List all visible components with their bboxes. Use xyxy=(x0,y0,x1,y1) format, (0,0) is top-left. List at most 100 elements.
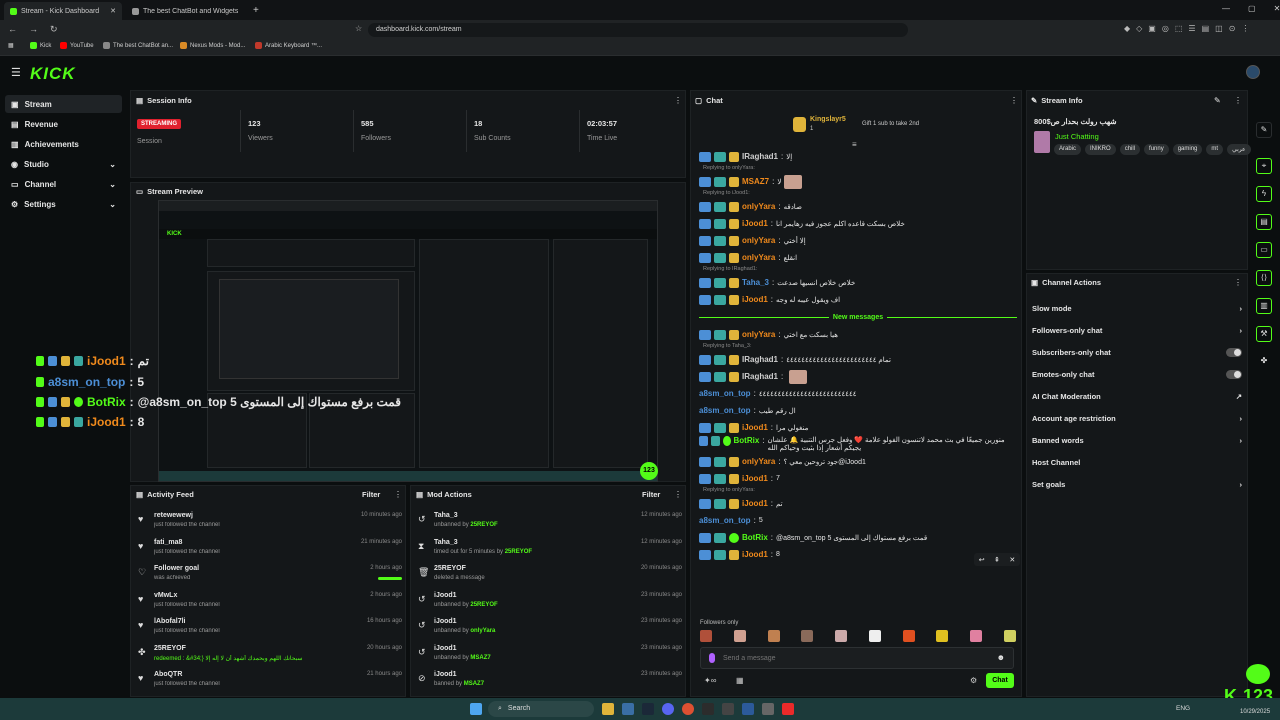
sidebar-item-settings[interactable]: ⚙ Settings ⌄ xyxy=(5,195,122,213)
message-icon[interactable]: ▭ xyxy=(1256,242,1272,258)
steam-icon[interactable] xyxy=(642,703,654,715)
tag[interactable]: Arabic xyxy=(1054,144,1082,155)
server-icon[interactable]: ▥ xyxy=(1256,298,1272,314)
list-item[interactable]: ♡ Follower goal was achieved 2 hours ago xyxy=(138,565,402,592)
chat-message[interactable]: onlyYara: هيا بسكت مع اختي xyxy=(699,326,1017,343)
edit-icon[interactable]: ✎ xyxy=(1214,96,1221,105)
back-icon[interactable]: ← xyxy=(8,24,17,35)
tag[interactable]: gaming xyxy=(1172,144,1203,155)
reply-context[interactable]: Replying to IRaghad1: xyxy=(699,266,1017,274)
apps-icon[interactable]: ▦ xyxy=(8,42,14,49)
mod-actor[interactable]: MSAZ7 xyxy=(464,681,484,687)
chat-username[interactable]: onlyYara xyxy=(742,202,775,211)
list-item[interactable]: ↺ Taha_3 unbanned by 25REYOF 12 minutes ago xyxy=(418,512,682,539)
bookmark-nexus[interactable]: Nexus Mods - Mod... xyxy=(180,42,245,49)
sidebar-item-channel[interactable]: ▭ Channel ⌄ xyxy=(5,175,122,193)
more-icon[interactable]: ⋮ xyxy=(674,490,682,499)
channel-action-banned-words[interactable]: Banned words › xyxy=(1026,429,1248,451)
chat-username[interactable]: BotRix xyxy=(734,436,760,445)
message-input-box[interactable]: ☻ xyxy=(700,647,1014,669)
channel-action-ai-chat-moderation[interactable]: AI Chat Moderation ↗ xyxy=(1026,385,1248,407)
list-item[interactable]: ♥ AboQTR just followed the channel 21 hours… xyxy=(138,671,402,698)
bookmark-youtube[interactable]: YouTube xyxy=(60,42,94,49)
mod-actor[interactable]: 25REYOF xyxy=(470,602,497,608)
mod-actor[interactable]: 25REYOF xyxy=(470,522,497,528)
emote-icon[interactable] xyxy=(835,630,848,642)
more-icon[interactable]: ⋮ xyxy=(1234,96,1242,105)
list-item[interactable]: ↺ iJood1 unbanned by 25REYOF 23 minutes ago xyxy=(418,592,682,619)
chat-message[interactable]: BotRix: منورين جميعًا في بث محمد لاتنسون … xyxy=(699,436,1017,453)
bookmark-chatbot[interactable]: The best ChatBot an... xyxy=(103,42,173,49)
list-item[interactable]: ✤ 25REYOF redeemed : &#34;} سبحانك اللهم و… xyxy=(138,645,402,672)
more-icon[interactable]: ⋮ xyxy=(1010,96,1018,105)
mod-actor[interactable]: 25REYOF xyxy=(505,549,532,555)
chat-message[interactable]: iJood1: منغولي مرا xyxy=(699,419,1017,436)
channel-action-host-channel[interactable]: Host Channel xyxy=(1026,451,1248,473)
chat-username[interactable]: iJood1 xyxy=(742,295,768,304)
list-item[interactable]: ♥ fati_ma8 just followed the channel 21 min… xyxy=(138,539,402,566)
delete-icon[interactable]: ✕ xyxy=(1009,556,1015,564)
chat-message[interactable]: IRaghad1: تمام ٤٤٤٤٤٤٤٤٤٤٤٤٤٤٤٤٤٤٤٤٤٤٤٤ xyxy=(699,351,1017,368)
tag[interactable]: chill xyxy=(1119,144,1141,155)
chat-message[interactable]: IRaghad1: xyxy=(699,368,1017,385)
pen-tool-icon[interactable]: ✎ xyxy=(1256,122,1272,138)
maximize-icon[interactable]: ▢ xyxy=(1248,4,1256,13)
menu-icon[interactable]: ☰ xyxy=(11,66,21,79)
bookmark-kick[interactable]: Kick xyxy=(30,42,51,49)
reply-context[interactable]: Replying to onlyYara: xyxy=(699,487,1017,495)
app-icon[interactable] xyxy=(622,703,634,715)
new-tab-icon[interactable]: + xyxy=(253,5,259,16)
extension-icons[interactable]: ◆◇▣◎⬚☰▤◫⊙⋮ xyxy=(1124,24,1255,33)
chat-username[interactable]: iJood1 xyxy=(742,550,768,559)
clock-date[interactable]: 10/29/2025 xyxy=(1240,709,1270,715)
emote-icon[interactable] xyxy=(700,630,712,642)
calendar-icon[interactable]: ▦ xyxy=(736,676,744,685)
chat-message[interactable]: onlyYara: جود تروحين معي ؟@iJood1 xyxy=(699,453,1017,470)
kick-logo[interactable]: KICK xyxy=(30,64,76,84)
chat-username[interactable]: MSAZ7 xyxy=(742,177,769,186)
stream-video[interactable]: KICK xyxy=(158,200,658,482)
tab-stream[interactable]: Stream - Kick Dashboard ✕ xyxy=(4,2,122,20)
chat-username[interactable]: IRaghad1 xyxy=(742,355,778,364)
mod-actor[interactable]: onlyYara xyxy=(470,628,495,634)
emote-icon[interactable] xyxy=(902,630,915,642)
discord-icon[interactable] xyxy=(662,703,674,715)
channel-action-subscribers-only-chat[interactable]: Subscribers-only chat xyxy=(1026,341,1248,363)
list-item[interactable]: 🗑 25REYOF deleted a message 20 minutes ago xyxy=(418,565,682,592)
reload-icon[interactable]: ↻ xyxy=(50,24,58,35)
chat-username[interactable]: IRaghad1 xyxy=(742,372,778,381)
chat-message[interactable]: MSAZ7: لا xyxy=(699,173,1017,190)
chat-message[interactable]: a8sm_on_top:٤٤٤٤٤٤٤٤٤٤٤٤٤٤٤٤٤٤٤٤٤٤٤٤٤٤ xyxy=(699,385,1017,402)
chat-username[interactable]: a8sm_on_top xyxy=(699,516,751,525)
mic-icon[interactable] xyxy=(709,653,715,663)
chat-message[interactable]: iJood1: خلاص بسكت قاعده اكلم عجوز فيه زها… xyxy=(699,215,1017,232)
mod-filter-button[interactable]: Filter xyxy=(642,490,660,499)
category-name[interactable]: Just Chatting xyxy=(1055,132,1099,141)
tag[interactable]: INIKRO xyxy=(1085,144,1116,155)
emote-icon[interactable] xyxy=(868,630,881,642)
list-item[interactable]: ↺ iJood1 unbanned by onlyYara 23 minutes ag… xyxy=(418,618,682,645)
bookmark-arabic-keyboard[interactable]: Arabic Keyboard ™... xyxy=(255,42,322,49)
channel-action-set-goals[interactable]: Set goals › xyxy=(1026,473,1248,495)
chat-message[interactable]: iJood1:7 xyxy=(699,470,1017,487)
apps-grid-icon[interactable]: ✤ xyxy=(1256,354,1272,370)
reply-context[interactable]: Replying to iJood1: xyxy=(699,190,1017,198)
chat-username[interactable]: Taha_3 xyxy=(742,278,769,287)
chat-username[interactable]: iJood1 xyxy=(742,499,768,508)
chat-username[interactable]: onlyYara xyxy=(742,236,775,245)
chat-message[interactable]: iJood1: اف ويقول عيبه له وجه xyxy=(699,291,1017,308)
chat-message[interactable]: iJood1:8 xyxy=(699,546,1017,563)
reply-icon[interactable]: ↩ xyxy=(979,556,985,564)
message-input[interactable] xyxy=(723,652,983,665)
windows-start-icon[interactable] xyxy=(470,703,482,715)
language-indicator[interactable]: ENG xyxy=(1176,705,1190,712)
pin-icon[interactable]: ⇞ xyxy=(994,556,1000,564)
list-item[interactable]: ⧗ Taha_3 timed out for 5 minutes by 25REYO… xyxy=(418,539,682,566)
sidebar-item-revenue[interactable]: ▤ Revenue xyxy=(5,115,122,133)
bookmark-star-icon[interactable]: ☆ xyxy=(355,24,362,33)
lightning-icon[interactable]: ϟ xyxy=(1256,186,1272,202)
chrome-icon[interactable] xyxy=(682,703,694,715)
close-window-icon[interactable]: ✕ xyxy=(1274,4,1280,13)
activity-filter-button[interactable]: Filter xyxy=(362,490,380,499)
minimize-icon[interactable]: — xyxy=(1222,4,1230,13)
